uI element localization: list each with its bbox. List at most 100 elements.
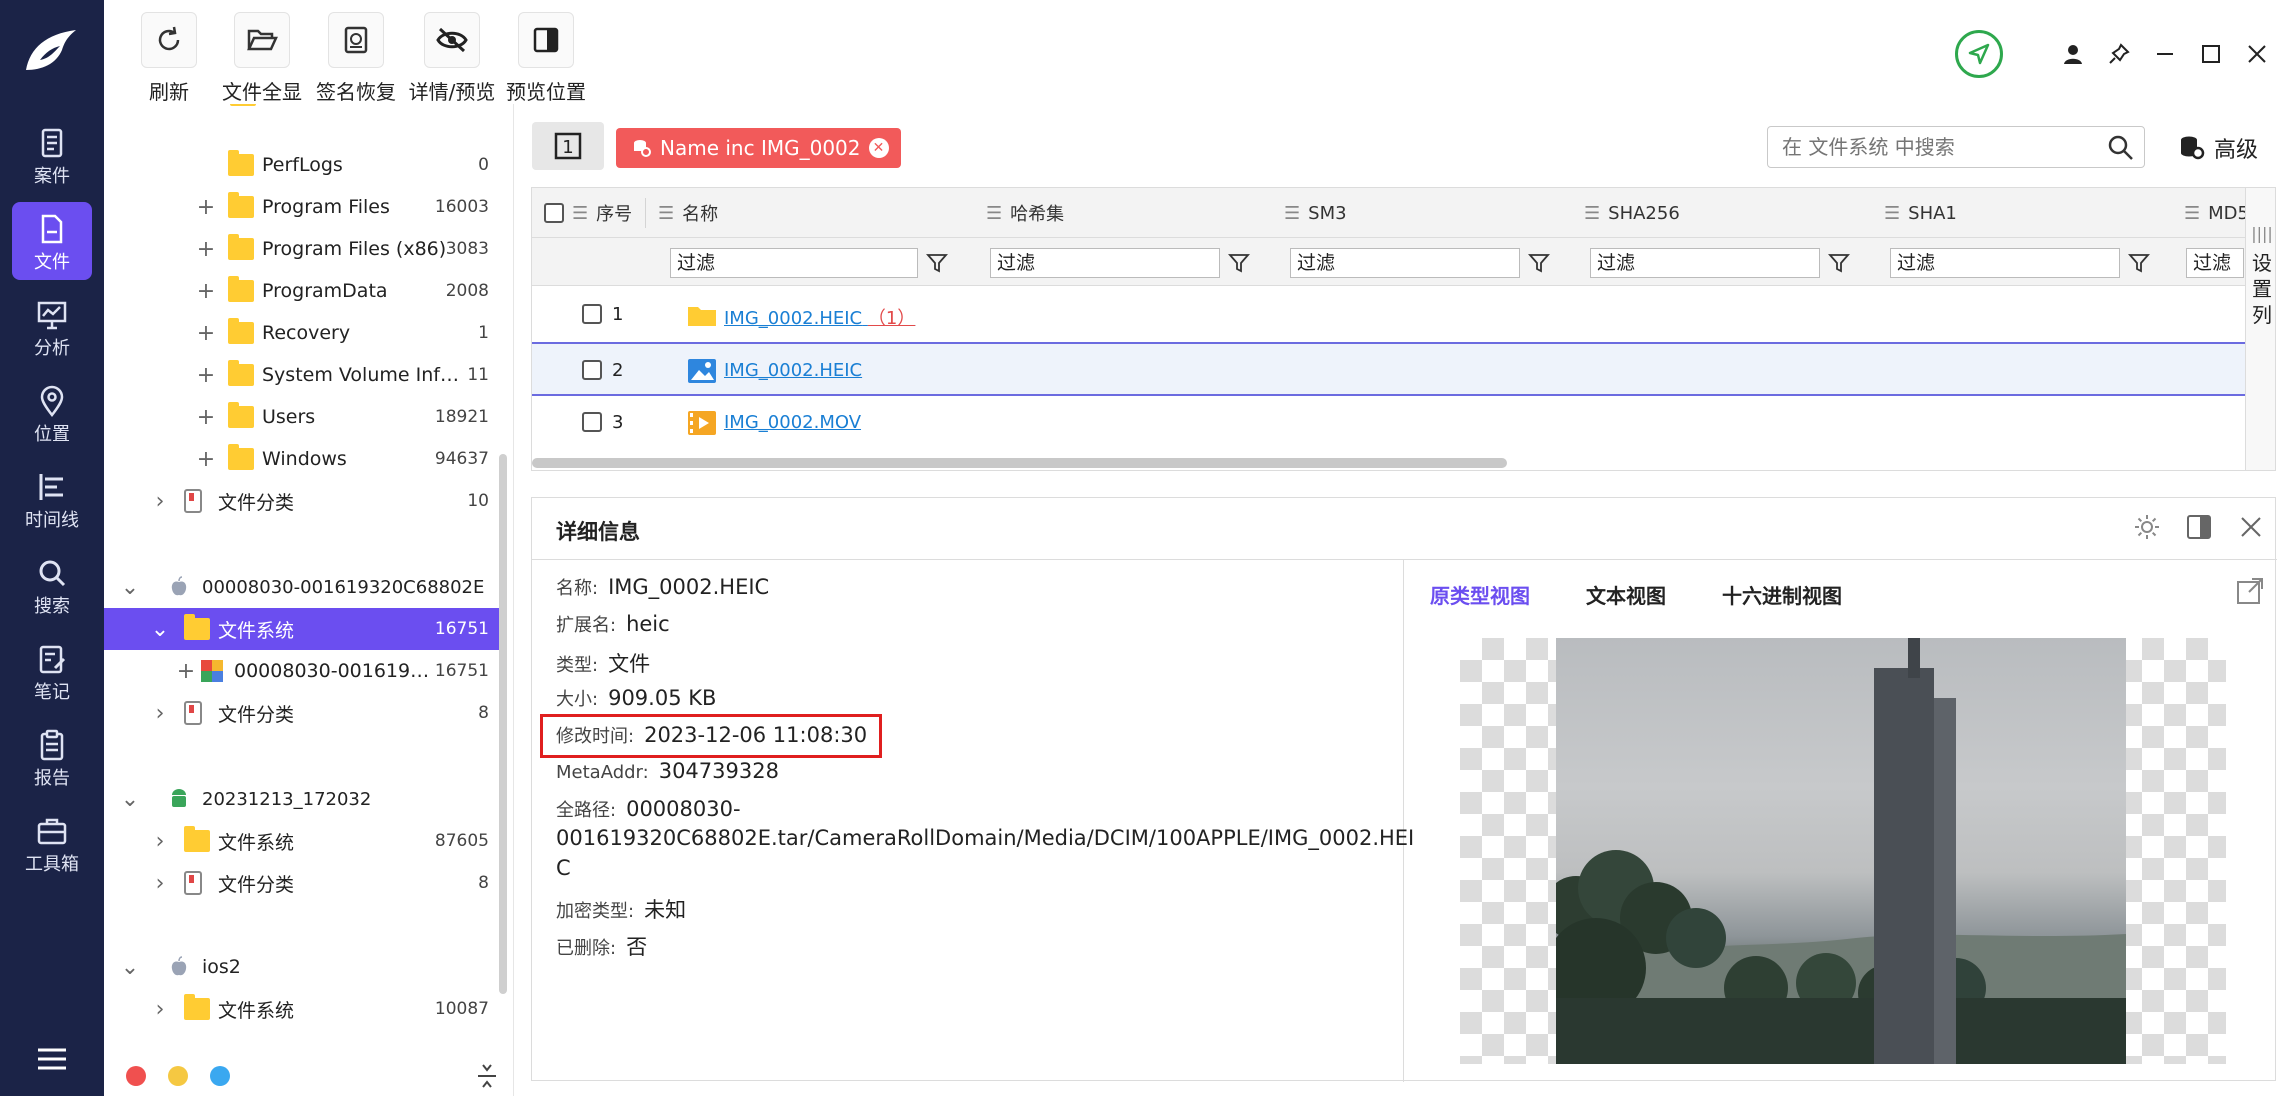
filter-funnel-icon[interactable] <box>926 252 948 274</box>
filter-input-sha1[interactable]: 过滤 <box>1890 248 2120 278</box>
row-checkbox[interactable] <box>582 360 602 380</box>
nav-item-report[interactable]: 报告 <box>12 718 92 796</box>
maximize-icon[interactable] <box>2199 42 2223 66</box>
tree-row[interactable]: + Program Files (x86) 3083 <box>104 228 499 270</box>
nav-item-toolbox[interactable]: 工具箱 <box>12 804 92 882</box>
row-checkbox[interactable] <box>582 412 602 432</box>
chevron-right-icon[interactable]: › <box>150 997 170 1022</box>
tree-scrollbar[interactable] <box>499 454 507 994</box>
nav-item-notes[interactable]: 笔记 <box>12 632 92 710</box>
pin-icon[interactable] <box>2107 42 2131 66</box>
column-header-sha256[interactable]: ☰ SHA256 <box>1584 188 1784 238</box>
refresh-button[interactable]: 刷新 <box>134 12 204 104</box>
tree-row[interactable]: + Users 18921 <box>104 396 499 438</box>
column-header-sm3[interactable]: ☰ SM3 <box>1284 188 1484 238</box>
chevron-right-icon[interactable]: › <box>150 871 170 896</box>
expand-plus-icon[interactable]: + <box>196 321 216 346</box>
table-row[interactable]: 1 IMG_0002.HEIC （1） <box>532 288 2275 342</box>
nav-item-analysis[interactable]: 分析 <box>12 288 92 366</box>
blue-tag-dot[interactable] <box>210 1066 230 1086</box>
remove-filter-icon[interactable]: ✕ <box>868 138 889 158</box>
expand-plus-icon[interactable]: + <box>196 237 216 262</box>
search-icon[interactable] <box>2106 133 2134 161</box>
tree-row[interactable]: › 文件分类 8 <box>104 692 499 734</box>
expand-plus-icon[interactable]: + <box>176 659 196 684</box>
tree-row[interactable]: PerfLogs 0 <box>104 144 499 186</box>
table-row[interactable]: 3 IMG_0002.MOV <box>532 396 2275 450</box>
column-header-hashset[interactable]: ☰ 哈希集 <box>986 188 1186 238</box>
tab-hex-view[interactable]: 十六进制视图 <box>1722 580 1842 609</box>
preview-position-button[interactable]: 预览位置 <box>500 12 592 104</box>
tree-row[interactable]: › 文件分类 10 <box>104 480 499 522</box>
column-header-md5[interactable]: ☰ MD5 <box>2184 188 2246 238</box>
show-all-files-button[interactable]: 文件全显 <box>216 12 308 104</box>
file-name-link[interactable]: IMG_0002.HEIC <box>724 360 862 381</box>
select-all-checkbox[interactable] <box>544 203 564 223</box>
nav-item-location[interactable]: 位置 <box>12 374 92 452</box>
chevron-down-icon[interactable]: ⌄ <box>120 787 140 812</box>
nav-item-file[interactable]: 文件 <box>12 202 92 280</box>
close-icon[interactable] <box>2245 42 2269 66</box>
expand-plus-icon[interactable]: + <box>196 279 216 304</box>
tab-original-view[interactable]: 原类型视图 <box>1430 580 1530 609</box>
yellow-tag-dot[interactable] <box>168 1066 188 1086</box>
filter-funnel-icon[interactable] <box>1828 252 1850 274</box>
expand-plus-icon[interactable]: + <box>196 363 216 388</box>
send-button[interactable] <box>1955 30 2003 78</box>
tree-row[interactable]: › 文件分类 8 <box>104 862 499 904</box>
filter-input-sm3[interactable]: 过滤 <box>1290 248 1520 278</box>
tree-row[interactable]: + ProgramData 2008 <box>104 270 499 312</box>
gear-icon[interactable] <box>2133 513 2161 541</box>
tree-row[interactable]: › 文件系统 87605 <box>104 820 499 862</box>
tree-row[interactable]: ⌄ 20231213_172032 <box>104 778 499 820</box>
column-header-name[interactable]: ☰ 名称 <box>658 188 858 238</box>
chevron-right-icon[interactable]: › <box>150 489 170 514</box>
tree-row[interactable]: ⌄ 00008030-001619320C68802E <box>104 566 499 608</box>
panel-layout-icon[interactable] <box>2185 513 2213 541</box>
nav-item-search[interactable]: 搜索 <box>12 546 92 624</box>
user-icon[interactable] <box>2061 42 2085 66</box>
grid-horizontal-scrollbar[interactable] <box>532 458 1507 468</box>
filter-funnel-icon[interactable] <box>2128 252 2150 274</box>
chevron-down-icon[interactable]: ⌄ <box>120 955 140 980</box>
chevron-right-icon[interactable]: › <box>150 701 170 726</box>
column-header-index[interactable]: ☰ 序号 <box>544 188 646 238</box>
file-name-link[interactable]: IMG_0002.MOV <box>724 412 861 433</box>
chevron-down-icon[interactable]: ⌄ <box>150 617 170 642</box>
tree-row[interactable]: + 00008030-00161932... 16751 <box>104 650 499 692</box>
nav-item-timeline[interactable]: 时间线 <box>12 460 92 538</box>
filter-funnel-icon[interactable] <box>1228 252 1250 274</box>
advanced-search-button[interactable]: 高级 <box>2178 130 2258 166</box>
tree-row[interactable]: + Windows 94637 <box>104 438 499 480</box>
close-icon[interactable] <box>2237 513 2265 541</box>
filter-input-md5[interactable]: 过滤 <box>2186 248 2244 278</box>
external-open-icon[interactable] <box>2235 576 2265 606</box>
tree-row[interactable]: › 文件系统 10087 <box>104 988 499 1030</box>
active-filter-tag[interactable]: Name inc IMG_0002 ✕ <box>616 128 901 168</box>
page-toggle-button[interactable]: 1 <box>532 122 604 170</box>
search-box[interactable] <box>1767 126 2145 168</box>
chevron-right-icon[interactable]: › <box>150 829 170 854</box>
chevron-down-icon[interactable]: ⌄ <box>120 575 140 600</box>
table-row-selected[interactable]: 2 IMG_0002.HEIC <box>532 342 2275 396</box>
tab-text-view[interactable]: 文本视图 <box>1586 580 1666 609</box>
filter-input-hashset[interactable]: 过滤 <box>990 248 1220 278</box>
search-input[interactable] <box>1782 133 2082 161</box>
row-checkbox[interactable] <box>582 304 602 324</box>
hamburger-menu-icon[interactable] <box>34 1045 70 1073</box>
column-settings-button[interactable]: |||| 设置列 <box>2245 188 2275 470</box>
minimize-icon[interactable] <box>2153 42 2177 66</box>
filter-input-name[interactable]: 过滤 <box>670 248 918 278</box>
red-tag-dot[interactable] <box>126 1066 146 1086</box>
expand-plus-icon[interactable]: + <box>196 195 216 220</box>
tree-row-selected[interactable]: ⌄ 文件系统 16751 <box>104 608 499 650</box>
file-name-link[interactable]: IMG_0002.HEIC （1） <box>724 304 915 330</box>
tree-row[interactable]: + Recovery 1 <box>104 312 499 354</box>
expand-plus-icon[interactable]: + <box>196 405 216 430</box>
column-header-sha1[interactable]: ☰ SHA1 <box>1884 188 2084 238</box>
tree-row[interactable]: + System Volume Info... 11 <box>104 354 499 396</box>
nav-item-case[interactable]: 案件 <box>12 116 92 194</box>
collapse-all-icon[interactable] <box>476 1062 498 1090</box>
expand-plus-icon[interactable]: + <box>196 447 216 472</box>
details-preview-button[interactable]: 详情/预览 <box>404 12 500 104</box>
